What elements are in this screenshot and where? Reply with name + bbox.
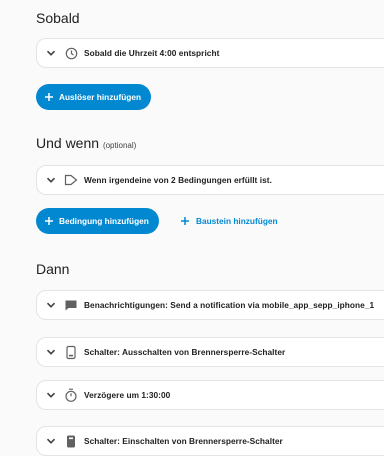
switch-icon <box>64 434 78 448</box>
conditions-section-title: Und wenn (optional) <box>36 135 136 151</box>
chevron-down-icon[interactable] <box>45 47 57 59</box>
action-card-switch-off[interactable]: Schalter: Ausschalten von Brennersperre-… <box>36 337 384 367</box>
action-item-label: Schalter: Einschalten von Brennersperre-… <box>84 436 283 446</box>
plus-icon <box>180 216 190 226</box>
optional-label: (optional) <box>102 141 137 150</box>
switch-icon <box>64 345 78 359</box>
trigger-section-title: Sobald <box>36 10 80 26</box>
action-item-label: Schalter: Ausschalten von Brennersperre-… <box>84 347 286 357</box>
chevron-down-icon[interactable] <box>45 435 57 447</box>
message-icon <box>64 298 78 312</box>
trigger-card[interactable]: Sobald die Uhrzeit 4:00 entspricht <box>36 38 384 68</box>
action-item-label: Verzögere um 1:30:00 <box>84 390 171 400</box>
chevron-down-icon[interactable] <box>45 346 57 358</box>
action-card-delay[interactable]: Verzögere um 1:30:00 <box>36 380 384 410</box>
action-item-label: Benachrichtigungen: Send a notification … <box>84 300 375 310</box>
trigger-item-label: Sobald die Uhrzeit 4:00 entspricht <box>84 48 220 58</box>
add-condition-label: Bedingung hinzufügen <box>59 216 149 226</box>
condition-item-label: Wenn irgendeine von 2 Bedingungen erfüll… <box>84 175 272 185</box>
clock-icon <box>64 46 78 60</box>
add-condition-button[interactable]: Bedingung hinzufügen <box>36 208 159 234</box>
add-trigger-button[interactable]: Auslöser hinzufügen <box>36 84 152 110</box>
add-building-block-button[interactable]: Baustein hinzufügen <box>180 208 278 234</box>
chevron-down-icon[interactable] <box>45 299 57 311</box>
chevron-down-icon[interactable] <box>45 174 57 186</box>
chevron-down-icon[interactable] <box>45 389 57 401</box>
add-trigger-label: Auslöser hinzufügen <box>59 92 142 102</box>
action-card-switch-on[interactable]: Schalter: Einschalten von Brennersperre-… <box>36 426 384 456</box>
plus-icon <box>44 216 54 226</box>
action-card-notification[interactable]: Benachrichtigungen: Send a notification … <box>36 290 384 320</box>
condition-icon <box>64 173 78 187</box>
add-building-block-label: Baustein hinzufügen <box>196 216 278 226</box>
actions-section-title: Dann <box>36 261 70 277</box>
condition-card[interactable]: Wenn irgendeine von 2 Bedingungen erfüll… <box>36 165 384 195</box>
plus-icon <box>44 92 54 102</box>
timer-icon <box>64 388 78 402</box>
conditions-title-text: Und wenn <box>36 135 100 151</box>
